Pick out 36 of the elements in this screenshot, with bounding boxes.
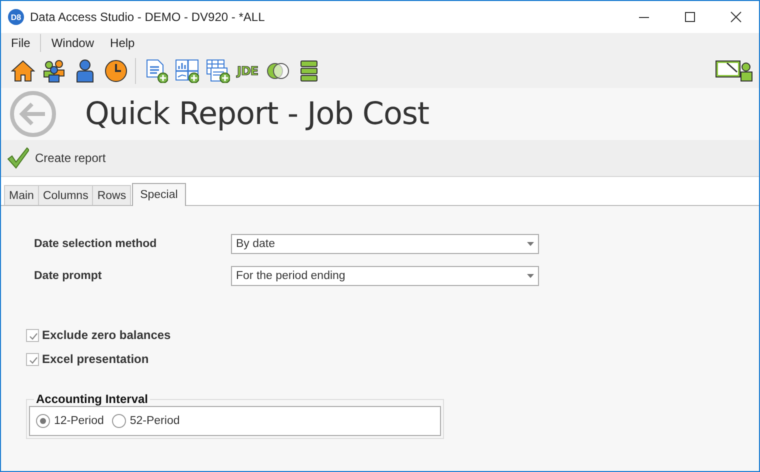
tab[interactable]: Special [132, 183, 186, 206]
menu-item[interactable]: Window [43, 34, 102, 52]
presenter-icon [715, 60, 753, 82]
dropdown[interactable]: For the period ending [231, 266, 539, 286]
radio-button[interactable] [36, 414, 50, 428]
radio-label: 52-Period [130, 415, 180, 427]
dropdown-arrow-icon [527, 274, 534, 278]
dropdown-arrow-icon [527, 242, 534, 246]
tab[interactable]: Main [4, 185, 39, 205]
people-icon [42, 58, 66, 82]
radio-button[interactable] [112, 414, 126, 428]
clock-icon [104, 58, 128, 82]
document-add-icon [144, 58, 168, 82]
checkbox[interactable] [26, 328, 39, 342]
group-title: Accounting Interval [35, 392, 150, 406]
checkmark-icon [7, 147, 29, 169]
tab[interactable]: Columns [38, 185, 94, 205]
close-icon [730, 11, 742, 23]
window-title: Data Access Studio - DEMO - DV920 - *ALL [30, 10, 265, 24]
checkbox-label: Exclude zero balances [42, 328, 171, 342]
maximize-icon [684, 11, 696, 23]
field-label: Date prompt [34, 270, 103, 282]
checkbox-label: Excel presentation [42, 352, 149, 366]
radio-label: 12-Period [54, 415, 104, 427]
chart-add-icon [175, 58, 199, 82]
app-logo: D8 [8, 9, 24, 25]
page-title: Quick Report - Job Cost [85, 96, 429, 132]
field-label: Date selection method [34, 238, 158, 250]
create-report-button[interactable]: Create report [7, 147, 106, 169]
checkbox[interactable] [26, 352, 39, 366]
home-icon [11, 58, 35, 82]
menu-item[interactable]: File [3, 34, 38, 52]
table-add-icon [206, 58, 230, 82]
tab[interactable]: Rows [92, 185, 132, 205]
menu-item[interactable]: Help [102, 34, 143, 52]
dropdown[interactable]: By date [231, 234, 539, 254]
